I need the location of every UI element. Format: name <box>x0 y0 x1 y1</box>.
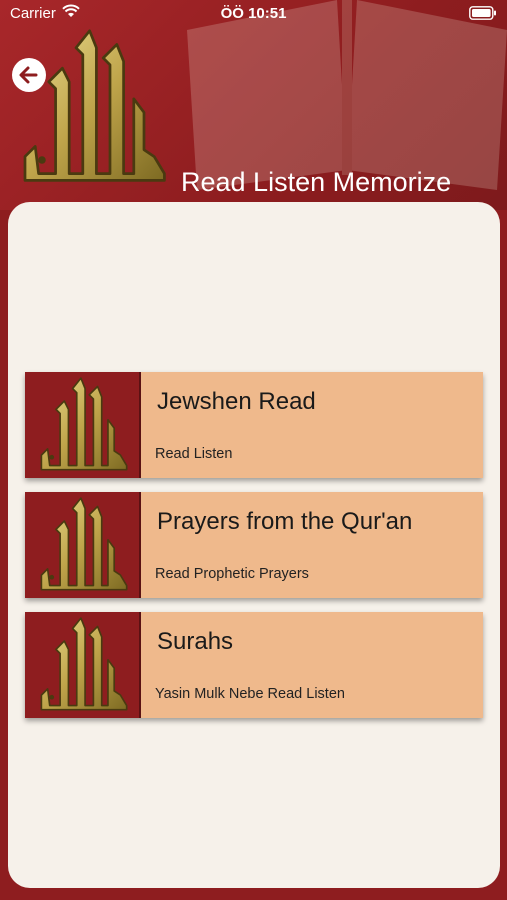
page-title: Read Listen Memorize <box>181 167 452 197</box>
allah-calligraphy-icon <box>31 494 135 598</box>
menu-item-title: Jewshen Read <box>157 388 316 415</box>
menu-item-thumbnail <box>25 612 141 718</box>
menu-item-subtitle: Read Prophetic Prayers <box>155 566 309 582</box>
allah-calligraphy-icon <box>31 614 135 718</box>
menu-item-title: Surahs <box>157 628 234 655</box>
battery-icon <box>469 6 496 20</box>
menu-item-thumbnail <box>25 372 141 478</box>
menu-item-surahs[interactable]: Surahs Yasin Mulk Nebe Read Listen <box>25 612 483 718</box>
menu-item-subtitle: Yasin Mulk Nebe Read Listen <box>155 686 345 702</box>
menu-item-thumbnail <box>25 492 141 598</box>
allah-calligraphy-logo <box>8 20 178 198</box>
allah-calligraphy-icon <box>31 374 135 478</box>
menu-item-prayers-from-quran[interactable]: Prayers from the Qur'an Read Prophetic P… <box>25 492 483 598</box>
menu-item-title: Prayers from the Qur'an <box>157 508 413 535</box>
quran-book-background-icon <box>187 0 507 190</box>
arrow-left-icon <box>19 66 38 84</box>
menu-item-subtitle: Read Listen <box>155 446 233 462</box>
back-button[interactable] <box>12 58 46 92</box>
header: Carrier ÖÖ 10:51 Read Listen Memorize <box>0 0 507 210</box>
menu-item-jewshen-read[interactable]: Jewshen Read Read Listen <box>25 372 483 478</box>
